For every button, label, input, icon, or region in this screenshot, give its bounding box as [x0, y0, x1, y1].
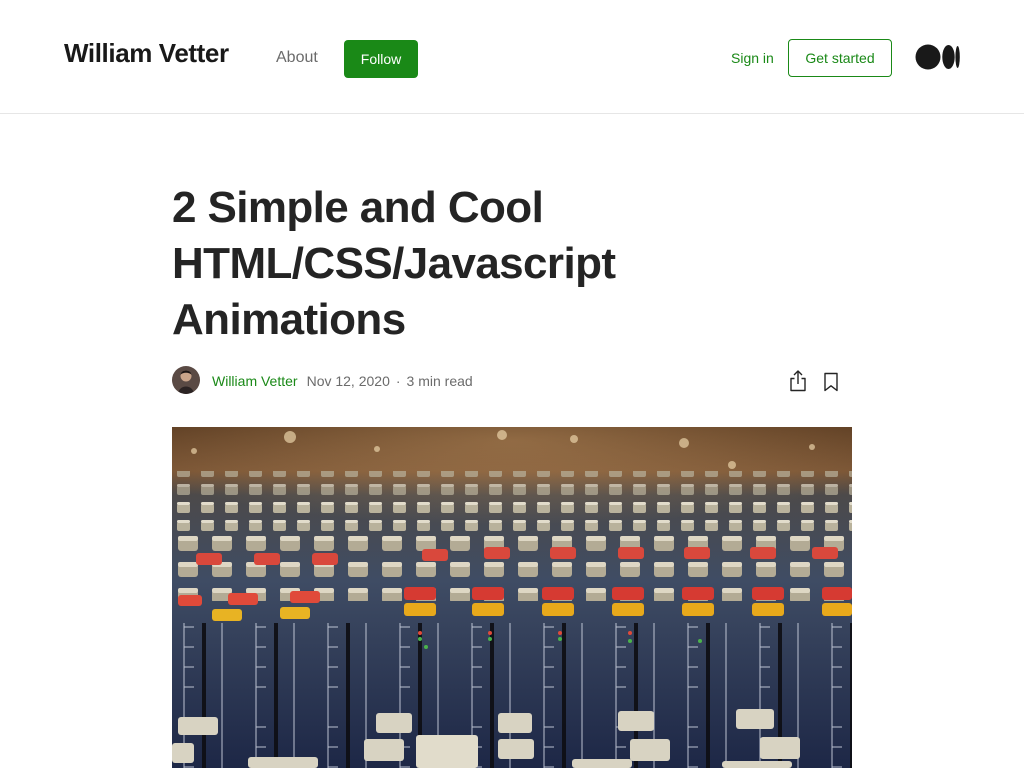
publish-date: Nov 12, 2020 — [306, 373, 390, 389]
article-meta: William Vetter Nov 12, 2020 · 3 min read — [212, 373, 473, 389]
about-link[interactable]: About — [276, 49, 318, 67]
bookmark-icon[interactable] — [822, 371, 840, 393]
get-started-button[interactable]: Get started — [788, 39, 892, 77]
author-avatar[interactable] — [172, 366, 200, 394]
medium-logo-icon[interactable] — [915, 44, 961, 70]
article-title: 2 Simple and Cool HTML/CSS/Javascript An… — [172, 183, 616, 344]
share-icon[interactable] — [788, 369, 808, 393]
read-time: 3 min read — [406, 373, 473, 389]
site-header: William Vetter About Follow Sign in Get … — [0, 0, 1024, 114]
publication-title[interactable]: William Vetter — [64, 38, 229, 69]
follow-button[interactable]: Follow — [344, 40, 418, 78]
hero-image — [172, 427, 852, 768]
meta-separator: · — [395, 373, 401, 389]
sign-in-link[interactable]: Sign in — [731, 50, 774, 66]
author-link[interactable]: William Vetter — [212, 373, 298, 389]
